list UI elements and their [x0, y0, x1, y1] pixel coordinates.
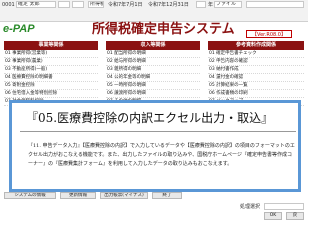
client-name-field[interactable]: 確定 太郎 [16, 1, 56, 8]
tax-type-field[interactable]: 所得税 [88, 1, 104, 8]
app-logo: e-PAP [3, 23, 35, 35]
menu-item[interactable]: 01 事業所得(営業等) [4, 50, 98, 58]
menu-item[interactable]: 05 寄附金控除 [4, 82, 98, 90]
menu-item[interactable]: 04 還付金の確認 [208, 74, 304, 82]
info-cell [246, 1, 304, 8]
flag-cell-2[interactable] [72, 1, 84, 8]
flag-cell-1[interactable] [58, 1, 70, 8]
update-info-button[interactable]: 更新情報 [60, 192, 96, 199]
panel-income-title: 収入等関係 [106, 41, 200, 50]
period-end: 令和7年12月31日 [148, 2, 189, 8]
menu-item[interactable]: 04 医療費控除の明細書 [4, 74, 98, 82]
panel-income: 収入等関係 01 配当所得の明細 02 給与所得の明細 03 雑所得の明細 04… [106, 41, 200, 106]
menu-item[interactable]: 02 事業所得(農業) [4, 58, 98, 66]
panel-business: 事業等関係 01 事業所得(営業等) 02 事業所得(農業) 03 不動産所得(… [4, 41, 98, 106]
status-label: 処理選択 [240, 204, 261, 210]
menu-item[interactable]: 06 譲渡所得の明細 [106, 90, 200, 98]
menu-item[interactable]: 03 不動産所得(一般) [4, 66, 98, 74]
client-id: 0001 [2, 2, 15, 8]
panel-reference: 参考資料作成関係 01 確定申告書チェック 02 申告内容の確認 03 納付書作… [208, 41, 304, 106]
top-bar: 0001 確定 太郎 所得税 令和7年7月1日 令和7年12月31日 年 ファイ… [0, 0, 308, 22]
year-cell[interactable] [196, 1, 206, 8]
year-label: 年 [208, 2, 214, 8]
feature-description: 『11. 申告データ入力』【医療費控除の内訳】で入力しているデータや【医療費控除… [28, 143, 295, 167]
menu-item[interactable]: 02 給与所得の明細 [106, 58, 200, 66]
menu-item[interactable]: 06 住宅借入金等特別控除 [4, 90, 98, 98]
panel-reference-title: 参考資料作成関係 [208, 41, 304, 50]
panel-business-title: 事業等関係 [4, 41, 98, 50]
menu-item[interactable]: 03 納付書作成 [208, 66, 304, 74]
feature-description-overlay: 『05.医療費控除の内訳エクセル出力・取込』 『11. 申告データ入力』【医療費… [9, 100, 301, 192]
title-divider [20, 131, 296, 132]
menu-item[interactable]: 06 作成書類の印刷 [208, 90, 304, 98]
system-title: 所得税確定申告システム [92, 22, 235, 37]
file-field[interactable]: ファイル [214, 1, 242, 8]
menu-item[interactable]: 01 確定申告書チェック [208, 50, 304, 58]
period-start: 令和7年7月1日 [108, 2, 143, 8]
back-button[interactable]: 戻 [286, 212, 304, 220]
menu-item[interactable]: 01 配当所得の明細 [106, 50, 200, 58]
menu-item[interactable]: 02 申告内容の確認 [208, 58, 304, 66]
menu-item[interactable]: 04 公的年金等の明細 [106, 74, 200, 82]
version-badge: 【Ver.R08.0】 [246, 30, 292, 38]
top-info-row: 0001 確定 太郎 所得税 令和7年7月1日 令和7年12月31日 年 ファイ… [0, 0, 308, 9]
menu-item[interactable]: 03 雑所得の明細 [106, 66, 200, 74]
status-field[interactable] [264, 203, 304, 210]
ok-button[interactable]: OK [264, 212, 282, 220]
feature-title: 『05.医療費控除の内訳エクセル出力・取込』 [26, 111, 274, 125]
output-forms-button[interactable]: 出力帳票(マイナス) [100, 192, 148, 199]
system-info-button[interactable]: システムの情報 [4, 192, 56, 199]
menu-item[interactable]: 05 計算結果の一覧 [208, 82, 304, 90]
exit-button[interactable]: 終了 [152, 192, 182, 199]
menu-item[interactable]: 05 一時所得の明細 [106, 82, 200, 90]
